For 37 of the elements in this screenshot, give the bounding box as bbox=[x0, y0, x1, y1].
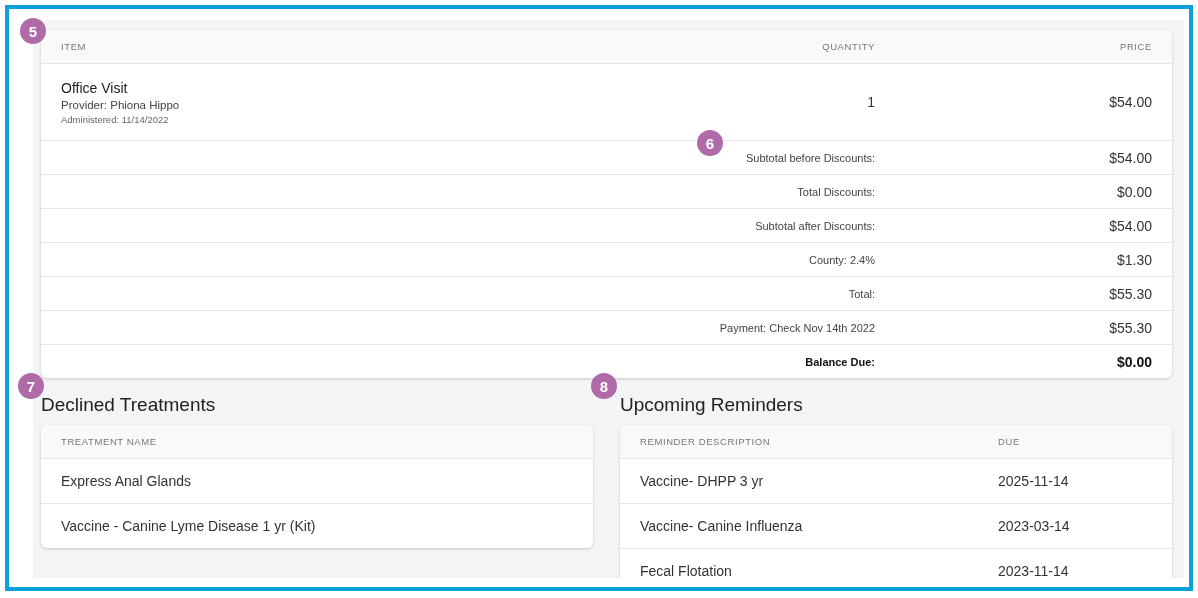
summary-amount: $54.00 bbox=[1109, 149, 1152, 166]
summary-amount: $1.30 bbox=[1116, 251, 1152, 268]
name-cell: Fecal Flotation bbox=[640, 563, 732, 578]
provider-text: Provider: Phiona Hippo bbox=[61, 98, 181, 111]
number-badge: 7 bbox=[18, 373, 44, 399]
name-cell: Express Anal Glands bbox=[61, 473, 191, 489]
column-header: ITEM bbox=[61, 41, 87, 52]
summary-amount: $55.30 bbox=[1109, 319, 1152, 336]
name-cell: Vaccine- DHPP 3 yr bbox=[640, 473, 764, 489]
item-name: Office Visit bbox=[61, 79, 129, 96]
summary-label: Subtotal before Discounts: bbox=[745, 151, 875, 164]
summary-label: Total Discounts: bbox=[797, 185, 875, 198]
quantity-cell: 1 bbox=[867, 94, 875, 110]
column-header: PRICE bbox=[1119, 41, 1152, 52]
administered-date: Administered: 11/14/2022 bbox=[61, 113, 170, 125]
summary-amount: $0.00 bbox=[1116, 183, 1152, 200]
due-date-cell: 2025-11-14 bbox=[998, 473, 1069, 489]
section-title: Declined Treatments bbox=[41, 394, 216, 415]
column-header: TREATMENT NAME bbox=[61, 436, 157, 447]
name-cell: Vaccine - Canine Lyme Disease 1 yr (Kit) bbox=[61, 518, 316, 534]
column-header: REMINDER DESCRIPTION bbox=[640, 436, 771, 447]
summary-label: Payment: Check Nov 14th 2022 bbox=[719, 321, 875, 334]
summary-label: Subtotal after Discounts: bbox=[755, 219, 875, 232]
summary-label: Total: bbox=[848, 287, 875, 300]
column-header: DUE bbox=[998, 436, 1020, 447]
number-badge: 5 bbox=[20, 18, 46, 44]
summary-amount: $55.30 bbox=[1109, 285, 1152, 302]
column-header: QUANTITY bbox=[822, 41, 875, 52]
summary-label: Balance Due: bbox=[805, 355, 875, 368]
name-cell: Vaccine- Canine Influenza bbox=[640, 518, 803, 534]
due-date-cell: 2023-11-14 bbox=[998, 563, 1069, 578]
summary-amount: $54.00 bbox=[1109, 217, 1152, 234]
summary-amount: $0.00 bbox=[1116, 353, 1152, 370]
price-cell: $54.00 bbox=[1109, 94, 1152, 110]
section-title: Upcoming Reminders bbox=[620, 394, 803, 415]
summary-label: County: 2.4% bbox=[808, 253, 875, 266]
due-date-cell: 2023-03-14 bbox=[998, 518, 1070, 534]
